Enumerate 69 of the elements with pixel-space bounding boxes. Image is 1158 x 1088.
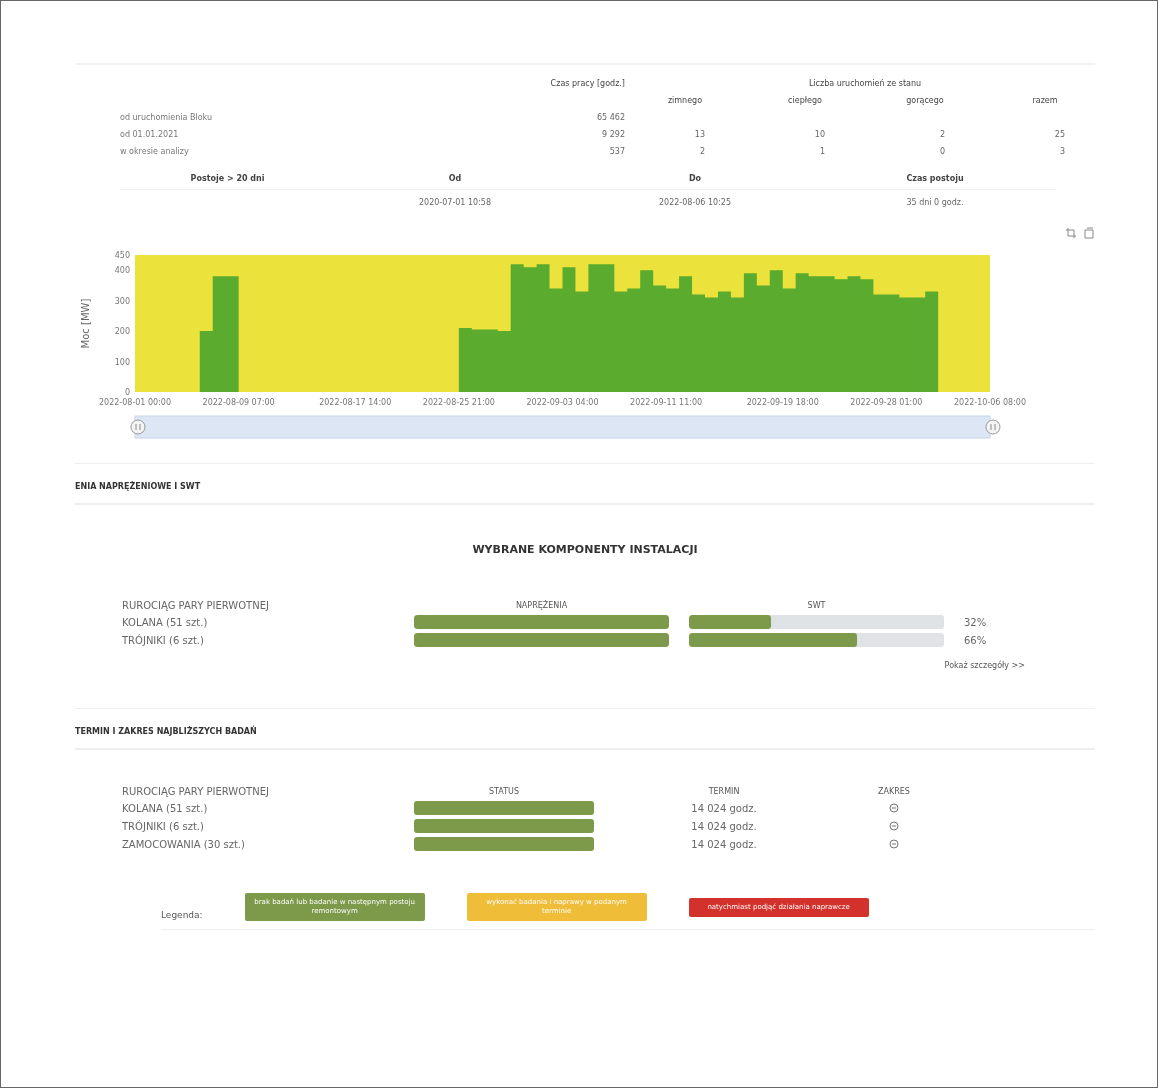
navigator-handle[interactable] [130,419,146,435]
tick-label: 2022-09-03 04:00 [526,398,599,407]
column-header: Do [575,168,815,190]
section-title: TERMIN I ZAKRES NAJBLIŻSZYCH BADAŃ [75,727,257,736]
tick-label: 2022-10-06 08:00 [953,398,1027,407]
row-label: w okresie analizy [120,147,190,156]
table-cell-text: 2 [698,147,706,156]
percent-value: 66% [964,634,988,646]
term-value: 14 024 godz. [690,838,758,850]
column-header: gorącego [905,96,945,105]
tick-label: 2022-09-19 18:00 [746,398,819,407]
column-header: Liczba uruchomień ze stanu [807,79,923,88]
tick-label: 450 [114,251,130,260]
table-cell-text: 2020-07-01 10:58 [417,197,493,209]
tick-label: 2022-08-25 21:00 [422,398,495,407]
group-label: RUROCIĄG PARY PIERWOTNEJ [122,600,270,611]
column-header: Czas pracy [godz.] [549,79,625,88]
table-cell-text: 10 [813,130,826,139]
axis-title: Moc [MW] [80,298,91,349]
table-cell-text: 65 462 [596,113,625,122]
column-header: NAPRĘŻENIA [514,601,569,610]
section-title: ENIA NAPRĘŻENIOWE I SWT [75,482,201,491]
section-heading: WYBRANE KOMPONENTY INSTALACJI [471,543,699,556]
details-link[interactable]: Pokaż szczegóły >> [944,661,1025,670]
tick-label: 300 [114,296,130,306]
tick-label: 2022-08-09 07:00 [202,398,275,407]
column-header: TERMIN [707,787,741,796]
table-cell-text: 9 292 [601,130,625,139]
zoom-reset-icon[interactable] [1065,227,1077,239]
row-label: TRÓJNIKI (6 szt.) [122,820,205,832]
column-header: zimnego [666,96,704,105]
table-cell-text: 13 [693,130,706,139]
percent-value: 32% [964,616,988,628]
tick-label: 2022-08-17 14:00 [319,398,392,407]
column-header: Postoje > 20 dni [120,168,335,190]
tick-label: 2022-09-11 11:00 [630,398,703,407]
column-header: razem [1031,96,1059,105]
navigator-handle[interactable] [985,419,1001,435]
table-cell-text: 1 [818,147,826,156]
group-label: RUROCIĄG PARY PIERWOTNEJ [122,786,270,797]
tick-label: 200 [114,327,130,337]
table-cell-text: 3 [1058,147,1066,156]
column-header: ciepłego [787,96,823,105]
term-value: 14 024 godz. [690,802,758,814]
row-label: od uruchomienia Bloku [120,113,214,122]
row-label: od 01.01.2021 [120,130,180,139]
column-header: STATUS [488,787,520,796]
column-header: Od [335,168,575,190]
row-label: KOLANA (51 szt.) [122,616,209,628]
row-label: KOLANA (51 szt.) [122,802,209,814]
table-cell-text: 2 [938,130,946,139]
column-header: ZAKRES [877,787,911,796]
table-cell-text: 2022-08-06 10:25 [657,197,733,209]
tick-label: 400 [114,266,130,276]
table-cell-text: 0 [938,147,946,156]
tick-label: 2022-08-01 00:00 [98,398,172,407]
table-cell-text: 25 [1053,130,1066,139]
term-value: 14 024 godz. [690,820,758,832]
table-cell-text: 537 [608,147,625,156]
tick-label: 100 [114,357,130,367]
tick-label: 2022-09-28 01:00 [850,398,923,407]
column-header: Czas postoju [815,168,1055,190]
navigator-track[interactable] [134,415,991,439]
legend-label: Legenda: [161,910,203,921]
tick-label: 0 [124,388,130,397]
column-header: SWT [806,601,827,610]
table-cell-text: 35 dni 0 godz. [905,197,965,209]
row-label: TRÓJNIKI (6 szt.) [122,634,205,646]
row-label: ZAMOCOWANIA (30 szt.) [122,838,246,850]
